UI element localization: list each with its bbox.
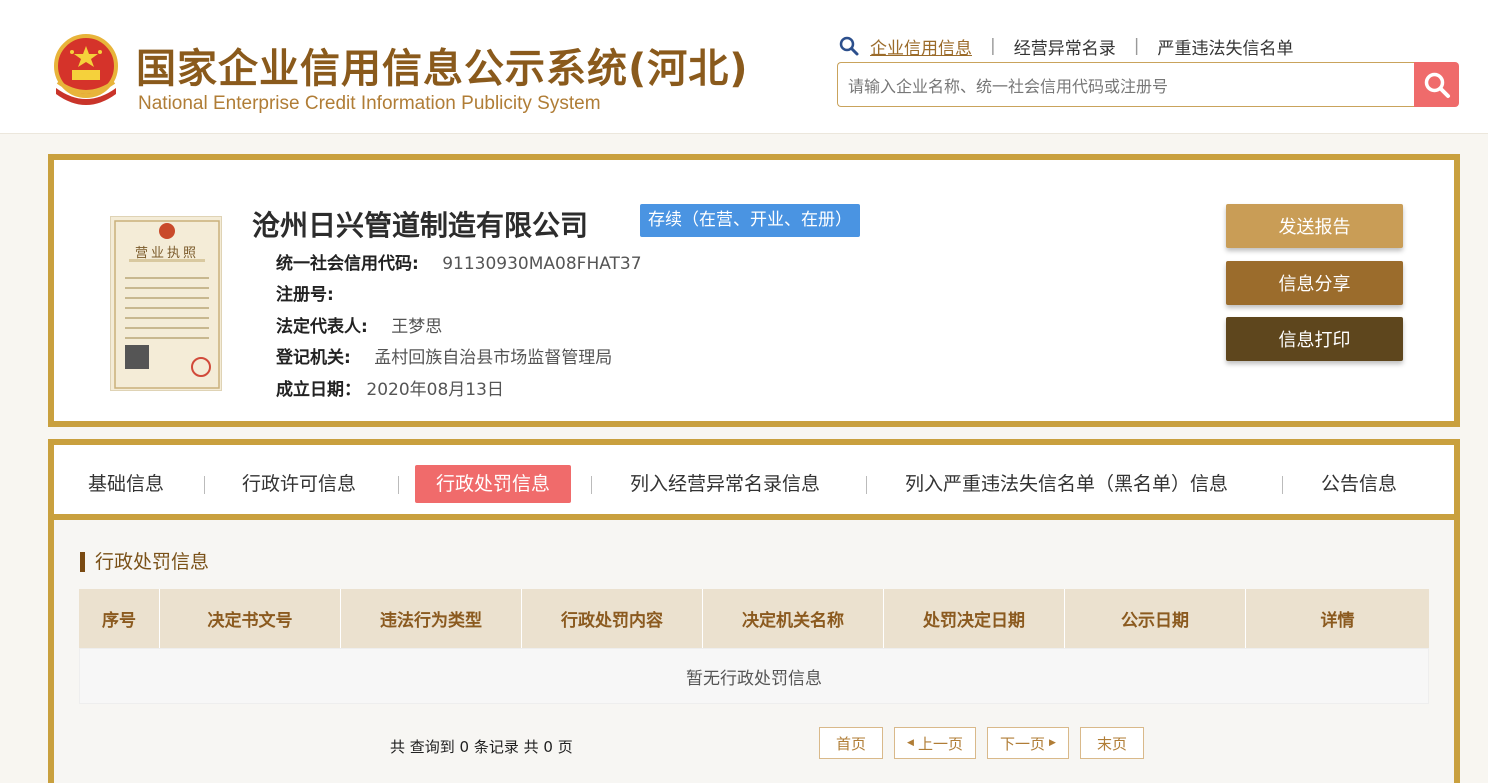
last-page-button[interactable]: 末页	[1080, 727, 1144, 759]
tab-separator	[591, 476, 592, 494]
col-header-penalty-content: 行政处罚内容	[522, 589, 703, 648]
license-title: 营业执照	[134, 246, 199, 261]
legal-rep-value: 王梦思	[391, 317, 443, 337]
penalty-section: 行政处罚信息 序号 决定书文号 违法行为类型 行政处罚内容 决定机关名称 处罚决…	[54, 520, 1454, 783]
tab-announcements[interactable]: 公告信息	[1321, 465, 1397, 503]
triangle-right-icon: ▶	[1049, 738, 1056, 748]
tab-admin-permit[interactable]: 行政许可信息	[242, 465, 356, 503]
next-page-button[interactable]: 下一页 ▶	[987, 727, 1069, 759]
col-header-decision-no: 决定书文号	[160, 589, 341, 648]
authority-row: 登记机关: 孟村回族自治县市场监督管理局	[276, 343, 612, 368]
first-page-label: 首页	[835, 734, 866, 753]
credit-code-value: 91130930MA08FHAT37	[442, 254, 642, 274]
tab-basic-info[interactable]: 基础信息	[88, 465, 164, 503]
last-page-label: 末页	[1096, 734, 1127, 753]
print-info-button[interactable]: 信息打印	[1226, 317, 1403, 361]
site-title: 国家企业信用信息公示系统(河北)	[136, 46, 749, 92]
prev-page-label: 上一页	[917, 734, 963, 753]
nav-link-blacklist[interactable]: 严重违法失信名单	[1157, 34, 1293, 59]
tab-separator	[204, 476, 205, 494]
section-title: 行政处罚信息	[80, 552, 209, 572]
site-header: 国家企业信用信息公示系统(河北) National Enterprise Cre…	[0, 0, 1488, 134]
authority-value: 孟村回族自治县市场监督管理局	[374, 348, 613, 368]
prev-page-button[interactable]: ◀ 上一页	[894, 727, 976, 759]
top-nav: 企业信用信息 | 经营异常名录 | 严重违法失信名单	[838, 34, 1293, 59]
share-info-button[interactable]: 信息分享	[1226, 261, 1403, 305]
col-header-publish-date: 公示日期	[1065, 589, 1246, 648]
reg-no-row: 注册号:	[276, 280, 334, 305]
company-info-panel: 营业执照 沧州日兴管道制造有限公司 存续（在营、开业、在册） 统一社会信用代码:…	[48, 154, 1460, 427]
penalty-table: 序号 决定书文号 违法行为类型 行政处罚内容 决定机关名称 处罚决定日期 公示日…	[79, 589, 1429, 704]
tab-bar: 基础信息 行政许可信息 行政处罚信息 列入经营异常名录信息 列入严重违法失信名单…	[54, 445, 1454, 520]
tab-separator	[398, 476, 399, 494]
nav-separator: |	[1133, 36, 1140, 56]
tab-blacklist[interactable]: 列入严重违法失信名单（黑名单）信息	[905, 465, 1228, 503]
tab-separator	[866, 476, 867, 494]
col-header-index: 序号	[79, 589, 160, 648]
established-value: 2020年08月13日	[366, 380, 504, 400]
send-report-button[interactable]: 发送报告	[1226, 204, 1403, 248]
authority-label: 登记机关:	[276, 348, 351, 368]
triangle-left-icon: ◀	[907, 738, 914, 748]
col-header-violation-type: 违法行为类型	[341, 589, 522, 648]
reg-no-label: 注册号:	[276, 285, 334, 305]
first-page-button[interactable]: 首页	[819, 727, 883, 759]
col-header-decision-date: 处罚决定日期	[884, 589, 1065, 648]
col-header-authority: 决定机关名称	[703, 589, 884, 648]
national-emblem-icon	[54, 34, 118, 105]
business-license-image[interactable]: 营业执照	[110, 216, 222, 391]
legal-rep-label: 法定代表人:	[276, 317, 368, 337]
search-input[interactable]: 请输入企业名称、统一社会信用代码或注册号	[837, 62, 1415, 107]
company-name: 沧州日兴管道制造有限公司	[252, 209, 589, 242]
col-header-details: 详情	[1320, 611, 1355, 631]
nav-link-abnormal-list[interactable]: 经营异常名录	[1014, 34, 1116, 59]
nav-link-credit-info[interactable]: 企业信用信息	[870, 34, 972, 59]
tab-separator	[1282, 476, 1283, 494]
table-header: 序号 决定书文号 违法行为类型 行政处罚内容 决定机关名称 处罚决定日期 公示日…	[79, 589, 1429, 648]
search-icon	[1424, 72, 1450, 98]
next-page-label: 下一页	[1000, 734, 1046, 753]
status-badge: 存续（在营、开业、在册）	[640, 204, 860, 237]
credit-code-label: 统一社会信用代码:	[276, 254, 419, 274]
site-subtitle: National Enterprise Credit Information P…	[138, 93, 601, 114]
empty-table-message: 暂无行政处罚信息	[79, 648, 1429, 704]
nav-separator: |	[990, 36, 996, 56]
search-icon	[839, 36, 859, 56]
search-button[interactable]	[1414, 62, 1459, 107]
details-panel: 基础信息 行政许可信息 行政处罚信息 列入经营异常名录信息 列入严重违法失信名单…	[48, 439, 1460, 783]
record-summary: 共 查询到 0 条记录 共 0 页	[390, 738, 573, 756]
legal-rep-row: 法定代表人: 王梦思	[276, 312, 442, 337]
established-row: 成立日期： 2020年08月13日	[276, 375, 504, 400]
tab-abnormal-list[interactable]: 列入经营异常名录信息	[630, 465, 820, 503]
tab-admin-penalty[interactable]: 行政处罚信息	[415, 465, 572, 503]
established-label: 成立日期：	[276, 380, 361, 400]
credit-code-row: 统一社会信用代码: 91130930MA08FHAT37	[276, 249, 642, 274]
